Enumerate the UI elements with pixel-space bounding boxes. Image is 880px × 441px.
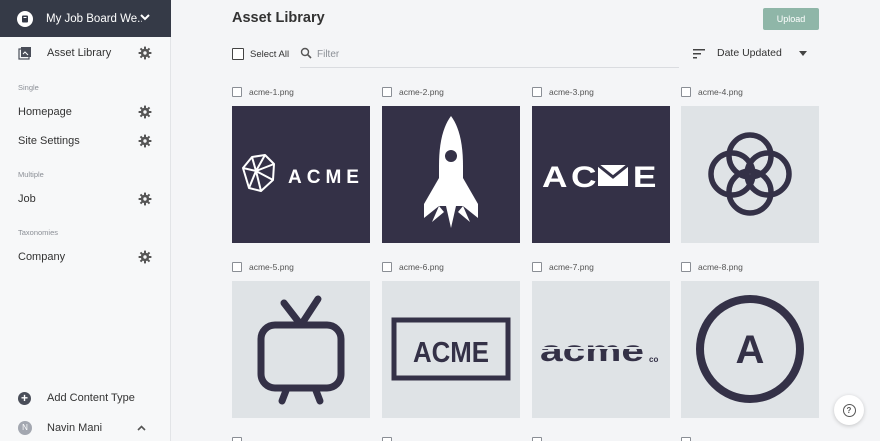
sort-icon: [693, 49, 705, 59]
sort-label: Date Updated: [717, 47, 782, 59]
section-label-taxonomies: Taxonomies: [18, 228, 59, 237]
user-name: Navin Mani: [47, 422, 103, 434]
sidebar-item-homepage[interactable]: Homepage: [0, 99, 171, 125]
asset-header: [532, 436, 542, 441]
sidebar: My Job Board We... Asset Library Single …: [0, 0, 171, 441]
asset-checkbox[interactable]: [681, 87, 691, 97]
asset-header: [232, 436, 242, 441]
site-logo-icon: [17, 10, 33, 27]
image-library-icon: [18, 47, 31, 60]
asset-checkbox[interactable]: [532, 87, 542, 97]
acme-envelope-logo: ACME: [542, 161, 657, 194]
section-label-single: Single: [18, 83, 39, 92]
site-switcher[interactable]: My Job Board We...: [0, 0, 171, 37]
gear-icon[interactable]: [138, 134, 152, 148]
logo-suffix: co: [649, 355, 658, 364]
asset-filename: acme-4.png: [698, 87, 743, 97]
select-all-checkbox[interactable]: [232, 48, 244, 60]
user-menu[interactable]: N Navin Mani: [0, 418, 171, 438]
rocket-logo: [424, 116, 478, 228]
sidebar-item-label: Company: [18, 251, 66, 263]
sidebar-item-label: Asset Library: [47, 47, 112, 59]
select-all-label: Select All: [250, 48, 290, 60]
add-content-type-label: Add Content Type: [47, 392, 135, 404]
asset-header: [382, 436, 392, 441]
asset-filename: acme-8.png: [698, 262, 743, 272]
logo-text: ACME: [288, 167, 364, 188]
asset-checkbox[interactable]: [681, 437, 691, 441]
asset-thumbnail[interactable]: ACME: [232, 106, 370, 243]
asset-checkbox[interactable]: [681, 262, 691, 272]
asset-thumbnail[interactable]: A: [681, 281, 819, 418]
asset-header: acme-5.png: [232, 261, 294, 273]
section-label-multiple: Multiple: [18, 170, 44, 179]
add-content-type-button[interactable]: + Add Content Type: [0, 388, 171, 408]
sidebar-item-site-settings[interactable]: Site Settings: [0, 128, 171, 154]
asset-checkbox[interactable]: [532, 437, 542, 441]
site-name: My Job Board We...: [46, 12, 142, 25]
main-content: Asset Library Upload Select All Date Upd…: [172, 0, 880, 441]
sidebar-item-label: Homepage: [18, 106, 72, 118]
sidebar-item-label: Job: [18, 193, 36, 205]
page-title: Asset Library: [232, 10, 325, 26]
asset-checkbox[interactable]: [232, 262, 242, 272]
circle-a-logo: A: [696, 295, 804, 403]
sidebar-item-company[interactable]: Company: [0, 244, 171, 270]
search-icon: [300, 47, 312, 59]
chevron-up-icon[interactable]: [136, 423, 147, 434]
asset-header: [681, 436, 691, 441]
filter-input[interactable]: [317, 45, 657, 63]
asset-header: acme-1.png: [232, 86, 294, 98]
asset-filename: acme-5.png: [249, 262, 294, 272]
filter-bar: [300, 42, 679, 68]
asset-thumbnail[interactable]: [681, 106, 819, 243]
asset-filename: acme-3.png: [549, 87, 594, 97]
asset-thumbnail[interactable]: ACME: [532, 106, 670, 243]
asset-checkbox[interactable]: [232, 437, 242, 441]
asset-checkbox[interactable]: [382, 87, 392, 97]
acme-geometric-logo: ACME: [242, 154, 364, 192]
asset-checkbox[interactable]: [232, 87, 242, 97]
sidebar-item-label: Site Settings: [18, 135, 80, 147]
chevron-down-icon[interactable]: [139, 11, 151, 23]
acme-co-logo: acme co: [540, 335, 662, 368]
upload-button[interactable]: Upload: [763, 8, 819, 30]
asset-header: acme-6.png: [382, 261, 444, 273]
logo-text: A: [736, 328, 765, 372]
gear-icon[interactable]: [138, 250, 152, 264]
gear-icon[interactable]: [138, 192, 152, 206]
asset-thumbnail[interactable]: [382, 106, 520, 243]
logo-text: acme: [540, 335, 644, 368]
asset-thumbnail[interactable]: acme co: [532, 281, 670, 418]
avatar: N: [18, 421, 32, 435]
asset-checkbox[interactable]: [532, 262, 542, 272]
gear-icon[interactable]: [138, 46, 152, 60]
asset-header: acme-2.png: [382, 86, 444, 98]
asset-header: acme-7.png: [532, 261, 594, 273]
asset-header: acme-3.png: [532, 86, 594, 98]
asset-checkbox[interactable]: [382, 262, 392, 272]
sort-dropdown[interactable]: Date Updated: [693, 44, 813, 64]
asset-filename: acme-6.png: [399, 262, 444, 272]
help-button[interactable]: ?: [834, 395, 864, 425]
asset-thumbnail[interactable]: ACME: [382, 281, 520, 418]
asset-header: acme-4.png: [681, 86, 743, 98]
asset-thumbnail[interactable]: [232, 281, 370, 418]
tv-logo: [257, 295, 345, 405]
asset-filename: acme-7.png: [549, 262, 594, 272]
help-icon: ?: [842, 403, 856, 417]
plus-icon: +: [18, 391, 31, 405]
caret-down-icon: [799, 51, 807, 56]
select-all[interactable]: Select All: [232, 48, 289, 60]
asset-filename: acme-2.png: [399, 87, 444, 97]
logo-text: ACME: [413, 337, 489, 369]
sidebar-item-job[interactable]: Job: [0, 186, 171, 212]
gear-icon[interactable]: [138, 105, 152, 119]
acme-boxed-logo: ACME: [391, 317, 511, 381]
asset-header: acme-8.png: [681, 261, 743, 273]
circles-logo: [708, 132, 792, 216]
sidebar-item-asset-library[interactable]: Asset Library: [0, 40, 171, 66]
asset-filename: acme-1.png: [249, 87, 294, 97]
asset-checkbox[interactable]: [382, 437, 392, 441]
